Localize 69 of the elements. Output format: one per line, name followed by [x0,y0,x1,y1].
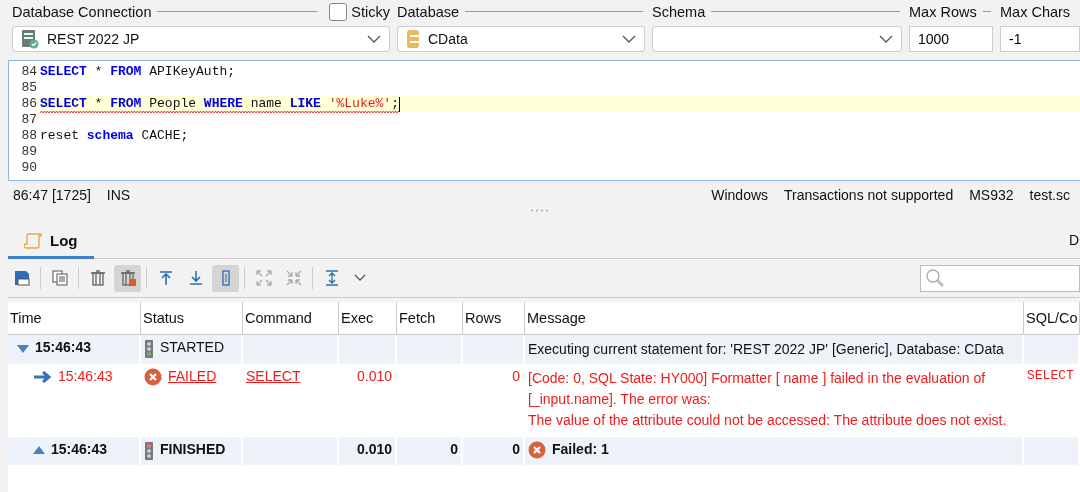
sql-text: SELECT [1027,368,1074,383]
line-number: 86 [9,96,40,112]
trash-icon [89,270,106,286]
status-link[interactable]: FAILED [168,368,217,384]
error-icon [144,368,162,386]
copy-icon [51,270,68,286]
insert-mode: INS [106,187,131,205]
code-line: SELECT * FROM APIKeyAuth; [40,64,236,79]
field-label: Database [397,3,460,20]
tab-label[interactable]: D [1068,232,1079,258]
chevron-down-icon[interactable] [354,274,366,282]
status-item: MS932 [969,187,1014,205]
status-text: FINISHED [160,441,226,457]
fetch-time: 0 [450,441,458,457]
error-icon [528,441,546,459]
exec-time: 0.010 [356,441,392,457]
search-field[interactable] [920,264,1080,292]
arrow-up-icon [157,270,174,286]
log-tab[interactable]: Log [8,232,94,259]
log-message: Executing current statement for: 'REST 2022 JP' [Generic], Database: CData [528,340,1005,359]
status-item: Transactions not supported [784,187,954,205]
max-chars-field[interactable]: -1 [1000,26,1080,52]
code-line: SELECT * FROM People WHERE name LIKE '%Luke%'; [40,96,399,111]
sticky-checkbox[interactable] [329,2,348,21]
database-server-icon [21,29,39,49]
chevron-down-icon [367,35,381,43]
status-item: Windows [711,187,769,205]
log-message: The value of the attribute could not be accessed: The attribute does not exist. [528,411,1008,430]
log-time: 15:46:43 [58,368,113,384]
traffic-light-icon [144,441,154,461]
collapse-icon [285,270,302,286]
arrow-down-icon [187,270,204,286]
clear-all-button[interactable] [114,264,141,292]
row-count: 0 [512,441,520,457]
collapse-triangle-icon[interactable] [17,345,29,353]
field-label: Max Rows [909,3,977,20]
chevron-down-icon [622,35,636,43]
expand-icon [255,270,272,286]
log-time: 15:46:43 [35,339,92,355]
row-count: 0 [512,368,520,384]
exec-time: 0.010 [356,368,392,384]
database-dropdown[interactable]: CData [397,26,645,52]
log-time: 15:46:43 [51,441,108,457]
chevron-down-icon [879,35,893,43]
field-label: Max Chars [1000,3,1071,20]
code-line: reset schema CACHE; [40,128,189,143]
follow-button[interactable] [212,264,239,292]
triangle-up-icon[interactable] [33,446,45,454]
vertical-arrows-icon [323,270,340,286]
command-link[interactable]: SELECT [246,368,301,384]
arrow-right-icon [34,371,52,383]
cursor-position: 86:47 [1725] [13,187,91,205]
field-label: Database Connection [12,3,152,20]
connection-dropdown[interactable]: REST 2022 JP [12,26,390,52]
log-message: [Code: 0, SQL State: HY000] Formatter [ name ] failed in the evaluation of [_input.name]. The error was: [528,369,987,409]
trash-icon [119,270,136,286]
search-icon [925,268,945,288]
sql-editor[interactable]: 84 SELECT * FROM APIKeyAuth; 85 86 SELECT * FROM People WHERE name LIKE '%Luke%'; 87 88 reset schema CACHE; 89 90 [8,60,1080,181]
traffic-light-icon [144,339,154,359]
max-rows-field[interactable]: 1000 [909,26,993,52]
splitter-handle-icon [530,209,550,212]
status-text: STARTED [160,339,225,355]
summary-text: Failed: 1 [552,441,609,457]
status-item: test.sc [1029,187,1070,205]
scroll-icon [24,232,42,249]
database-icon [406,29,420,49]
field-label: Schema [652,3,706,20]
table-cell [397,335,463,364]
checkbox-label: Sticky [351,3,390,20]
